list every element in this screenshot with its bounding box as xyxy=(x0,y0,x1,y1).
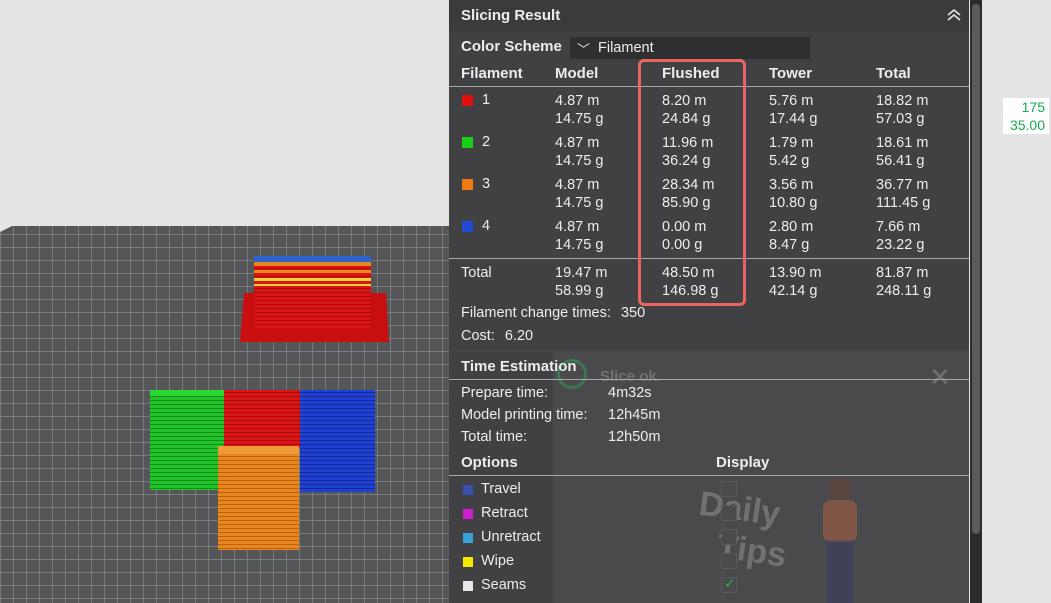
column-header-filament: Filament xyxy=(461,65,523,82)
option-row-unretract: Unretract xyxy=(449,526,969,550)
option-row-travel: Travel xyxy=(449,478,969,502)
options-divider xyxy=(449,475,969,476)
tower-total: 13.90 m 42.14 g xyxy=(769,265,822,299)
option-label: Seams xyxy=(481,577,527,593)
total-usage: 36.77 m 111.45 g xyxy=(876,177,931,211)
grand-total: 81.87 m 248.11 g xyxy=(876,265,932,299)
model-cube-blue[interactable] xyxy=(300,390,375,492)
prime-tower xyxy=(240,256,389,342)
total-usage: 18.82 m 57.03 g xyxy=(876,93,929,127)
model-printing-time-label: Model printing time: xyxy=(461,407,588,423)
collapse-up-icon[interactable] xyxy=(945,6,963,24)
option-row-wipe: Wipe xyxy=(449,550,969,574)
total-usage: 7.66 m 23.22 g xyxy=(876,219,925,253)
model-usage: 4.87 m 14.75 g xyxy=(555,219,604,253)
travel-color-swatch xyxy=(463,485,473,495)
filament-change-value: 350 xyxy=(620,305,646,321)
unretract-color-swatch xyxy=(463,533,473,543)
panel-scrollbar-thumb[interactable] xyxy=(972,4,980,534)
slicing-result-panel: Slice ok. ✕ Daily Tips Slicing Result Co… xyxy=(449,0,973,603)
total-label: Total xyxy=(461,265,492,281)
display-title: Display xyxy=(716,454,770,471)
model-printing-time-value: 12h45m xyxy=(608,407,661,423)
column-header-tower: Tower xyxy=(769,65,813,82)
option-row-seams: Seams xyxy=(449,574,969,598)
tower-usage: 1.79 m 5.42 g xyxy=(769,135,814,169)
filament-index: 3 xyxy=(482,176,491,192)
filament-color-swatch xyxy=(462,95,473,106)
slice-status-text: Slice ok. xyxy=(600,368,661,385)
column-header-model: Model xyxy=(555,65,599,82)
display-unretract-checkbox[interactable] xyxy=(721,529,737,545)
display-travel-checkbox[interactable] xyxy=(721,481,737,497)
tower-usage: 5.76 m 17.44 g xyxy=(769,93,818,127)
close-icon: ✕ xyxy=(929,362,951,392)
color-scheme-select[interactable]: ﹀ Filament xyxy=(570,37,810,59)
prepare-time-value: 4m32s xyxy=(608,385,652,401)
flushed-column-highlight xyxy=(638,59,746,306)
filament-change-times: Filament change times: 350 xyxy=(461,305,645,321)
cost-line: Cost: 6.20 xyxy=(461,328,533,344)
model-total: 19.47 m 58.99 g xyxy=(555,265,608,299)
model-cube-red[interactable] xyxy=(224,390,302,448)
model-usage: 4.87 m 14.75 g xyxy=(555,177,604,211)
display-retract-checkbox[interactable] xyxy=(721,505,737,521)
cost-value: 6.20 xyxy=(504,328,534,344)
cost-label: Cost: xyxy=(461,328,495,344)
section-divider xyxy=(449,350,969,351)
model-usage: 4.87 m 14.75 g xyxy=(555,135,604,169)
time-estimation-title: Time Estimation xyxy=(461,358,577,375)
model-usage: 4.87 m 14.75 g xyxy=(555,93,604,127)
time-divider xyxy=(449,379,969,380)
model-cube-green[interactable] xyxy=(150,390,228,490)
layer-number: 175 xyxy=(1021,99,1045,115)
filament-index: 1 xyxy=(482,92,491,108)
filament-change-label: Filament change times: xyxy=(461,305,611,321)
option-label: Travel xyxy=(481,481,521,497)
options-title: Options xyxy=(461,454,518,471)
model-cube-orange[interactable] xyxy=(218,446,299,550)
display-seams-checkbox[interactable] xyxy=(721,575,737,593)
seams-color-swatch xyxy=(463,581,473,591)
filament-index: 2 xyxy=(482,134,491,150)
filament-color-swatch xyxy=(462,179,473,190)
display-wipe-checkbox[interactable] xyxy=(721,553,737,569)
panel-title: Slicing Result xyxy=(461,7,561,24)
option-row-retract: Retract xyxy=(449,502,969,526)
prepare-time-label: Prepare time: xyxy=(461,385,549,401)
filament-color-swatch xyxy=(462,221,473,232)
total-time-value: 12h50m xyxy=(608,429,661,445)
retract-color-swatch xyxy=(463,509,473,519)
tower-usage: 3.56 m 10.80 g xyxy=(769,177,818,211)
filament-index: 4 xyxy=(482,218,491,234)
option-label: Wipe xyxy=(481,553,515,569)
column-header-total: Total xyxy=(876,65,911,82)
filament-color-swatch xyxy=(462,137,473,148)
option-label: Unretract xyxy=(481,529,541,545)
color-scheme-label: Color Scheme xyxy=(461,38,562,55)
color-scheme-value: Filament xyxy=(598,40,654,56)
total-time-label: Total time: xyxy=(461,429,528,445)
wipe-color-swatch xyxy=(463,557,473,567)
layer-height: 35.00 xyxy=(1009,117,1045,133)
chevron-down-icon: ﹀ xyxy=(577,42,591,57)
layer-height-readout[interactable]: 175 35.00 xyxy=(1003,98,1049,134)
total-usage: 18.61 m 56.41 g xyxy=(876,135,929,169)
panel-header: Slicing Result xyxy=(449,0,969,31)
tower-usage: 2.80 m 8.47 g xyxy=(769,219,814,253)
option-label: Retract xyxy=(481,505,528,521)
